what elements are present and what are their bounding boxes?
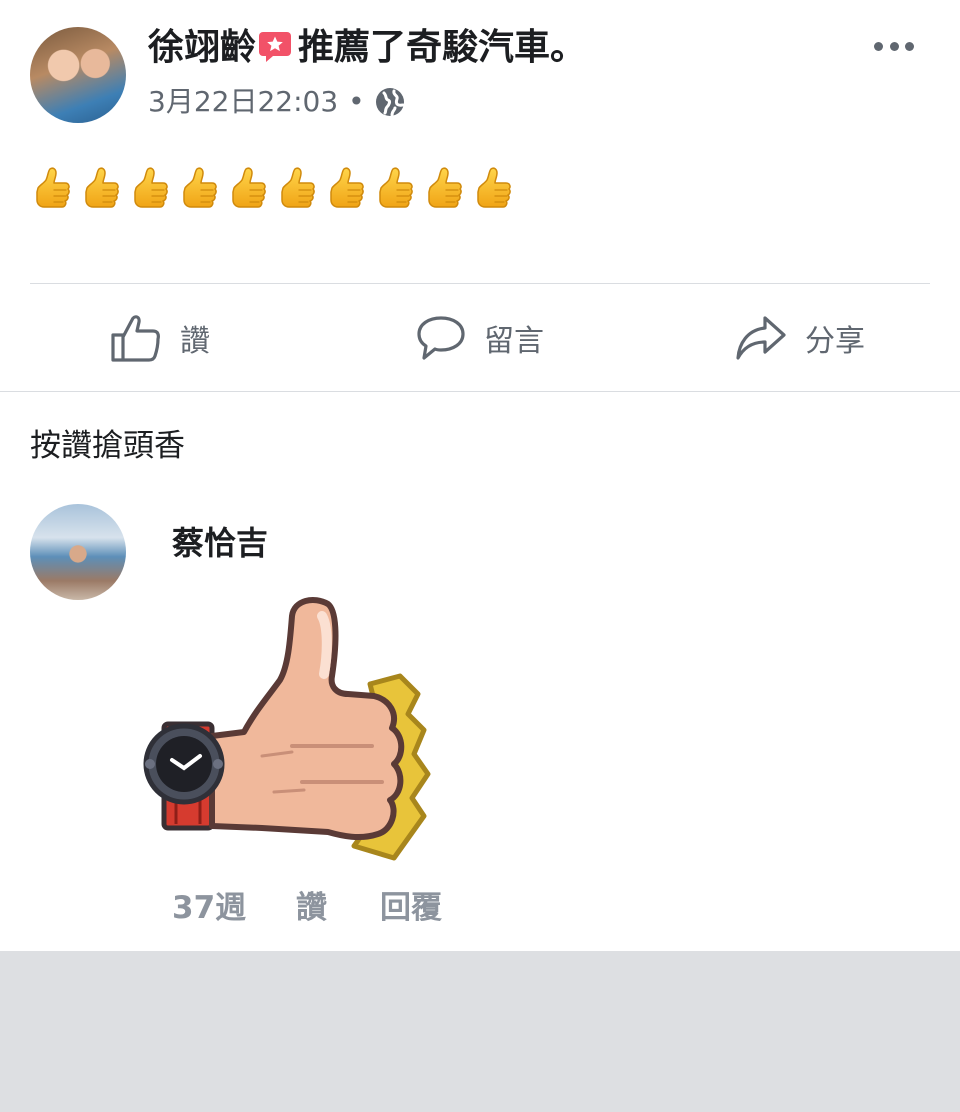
- comment-reply-button[interactable]: 回覆: [380, 882, 442, 927]
- thumbs-up-outline-icon: [111, 315, 160, 362]
- comment-timestamp[interactable]: 37週: [172, 882, 246, 927]
- thumbs-up-emoji: [281, 167, 315, 208]
- thumbs-up-emoji: [134, 167, 168, 208]
- thumbs-up-emoji: [183, 167, 217, 208]
- more-dot: [905, 41, 914, 51]
- thumbs-up-emoji: [85, 167, 119, 208]
- like-label: 讚: [180, 324, 210, 359]
- page-footer-background: [0, 951, 960, 1112]
- more-dots-icon: [874, 41, 883, 51]
- share-arrow-icon: [736, 316, 786, 360]
- share-button[interactable]: 分享: [735, 310, 865, 366]
- thumbs-up-emoji: [330, 167, 364, 208]
- commenter-avatar[interactable]: [30, 504, 126, 600]
- author-name[interactable]: 徐翊齡: [148, 27, 256, 68]
- post-timestamp[interactable]: 3月22日22:03: [148, 84, 338, 120]
- globe-icon: [375, 88, 405, 117]
- thumbs-up-emoji: [477, 167, 511, 208]
- thumbs-up-emoji: [428, 167, 462, 208]
- thumbs-up-emoji: [36, 167, 70, 208]
- divider: [30, 283, 930, 284]
- thumbs-up-emoji: [232, 167, 266, 208]
- share-label: 分享: [805, 324, 865, 359]
- more-dot: [889, 41, 899, 51]
- post-headline: 徐翊齡 推薦了奇駿汽車。: [148, 26, 586, 70]
- comment-label: 留言: [484, 324, 544, 359]
- comment-like-button[interactable]: 讚: [296, 882, 327, 927]
- post-body-emoji-row: [32, 166, 512, 212]
- author-avatar[interactable]: [30, 27, 126, 123]
- first-like-prompt: 按讚搶頭香: [30, 428, 185, 464]
- post-meta: 3月22日22:03 •: [148, 84, 405, 120]
- like-button[interactable]: 讚: [110, 310, 210, 366]
- post-action-text[interactable]: 推薦了奇駿汽車。: [298, 27, 586, 68]
- meta-separator: •: [348, 85, 365, 118]
- comment-button[interactable]: 留言: [416, 310, 544, 366]
- commenter-name[interactable]: 蔡恰吉: [172, 518, 268, 564]
- thumbs-up-sticker-icon: [143, 597, 431, 861]
- divider: [0, 391, 960, 392]
- more-options-button[interactable]: [874, 36, 914, 56]
- comment-bubble-icon: [417, 316, 465, 360]
- thumbs-up-emoji: [379, 167, 413, 208]
- recommendation-badge-icon: [259, 32, 292, 62]
